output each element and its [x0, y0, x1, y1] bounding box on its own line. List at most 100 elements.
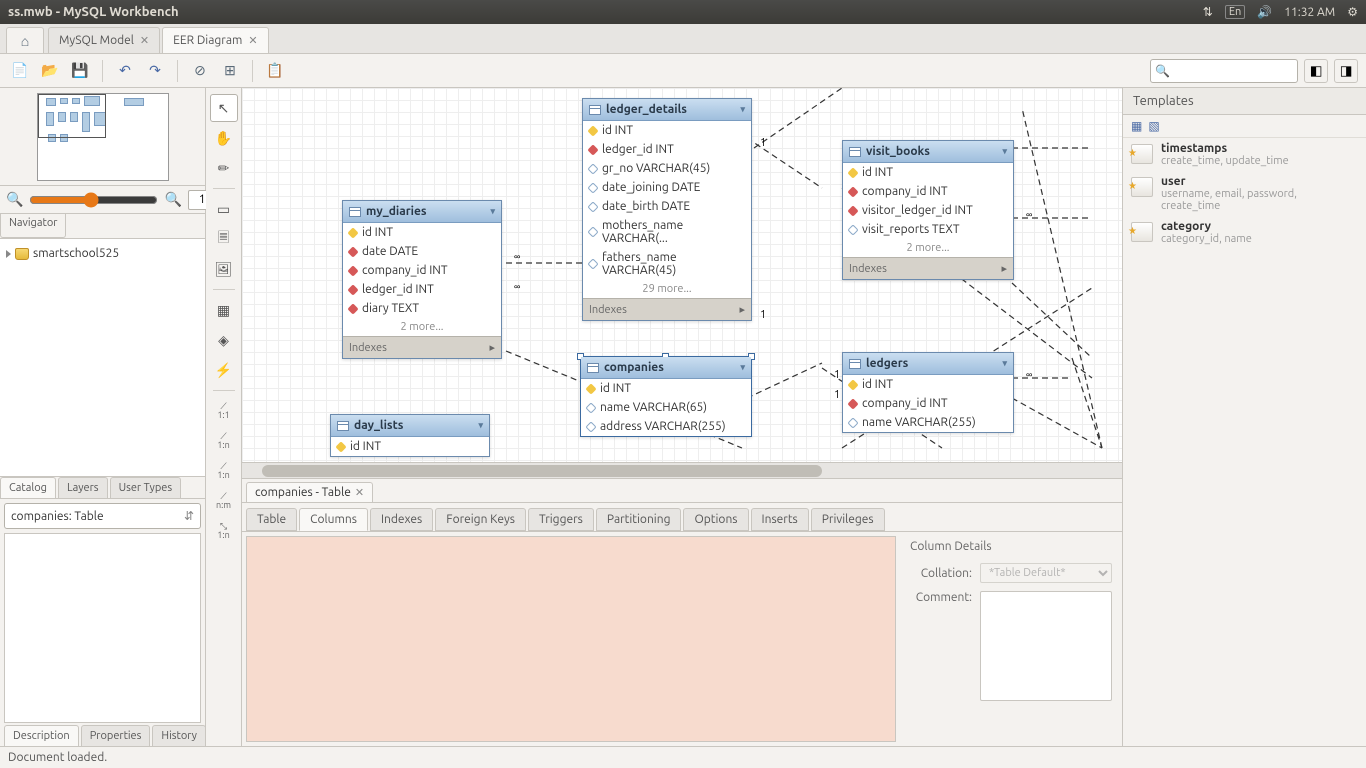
template-user[interactable]: user username, email, password, create_t… — [1123, 171, 1366, 216]
entity-column[interactable]: fathers_name VARCHAR(45) — [583, 248, 751, 280]
entity-more[interactable]: 2 more... — [843, 239, 1013, 257]
save-button[interactable]: 💾 — [68, 59, 92, 83]
subtab-partitioning[interactable]: Partitioning — [596, 508, 682, 531]
table-tool[interactable]: ▦ — [210, 296, 238, 324]
entity-companies[interactable]: companies ▾ id INT name VARCHAR(65) addr… — [580, 356, 752, 437]
entity-header[interactable]: companies ▾ — [581, 357, 751, 379]
close-icon[interactable]: ✕ — [355, 486, 364, 499]
entity-column[interactable]: name VARCHAR(255) — [843, 413, 1013, 432]
open-file-button[interactable]: 📂 — [38, 59, 62, 83]
entity-column[interactable]: company_id INT — [843, 182, 1013, 201]
collapse-icon[interactable]: ▾ — [1002, 146, 1007, 157]
collation-select[interactable]: *Table Default* — [980, 563, 1112, 583]
subtab-options[interactable]: Options — [683, 508, 748, 531]
entity-header[interactable]: ledger_details ▾ — [583, 99, 751, 121]
user-types-tab[interactable]: User Types — [110, 477, 182, 498]
entity-ledger-details[interactable]: ledger_details ▾ id INT ledger_id INT gr… — [582, 98, 752, 321]
navigator-tab[interactable]: Navigator — [0, 214, 66, 238]
entity-column[interactable]: company_id INT — [843, 394, 1013, 413]
comment-textarea[interactable] — [980, 591, 1112, 701]
undo-button[interactable]: ↶ — [113, 59, 137, 83]
export-button[interactable]: 📋 — [263, 59, 287, 83]
entity-column[interactable]: id INT — [843, 375, 1013, 394]
entity-column[interactable]: id INT — [583, 121, 751, 140]
description-area[interactable] — [4, 533, 201, 723]
layers-tab[interactable]: Layers — [58, 477, 108, 498]
zoom-in-icon[interactable]: 🔍 — [164, 191, 181, 208]
entity-ledgers[interactable]: ledgers ▾ id INT company_id INT name VAR… — [842, 352, 1014, 433]
entity-column[interactable]: ledger_id INT — [343, 280, 501, 299]
rel-n-m-tool[interactable]: ⟋n:m — [210, 487, 238, 515]
properties-tab[interactable]: Properties — [81, 725, 151, 746]
subtab-privileges[interactable]: Privileges — [811, 508, 885, 531]
search-box[interactable]: 🔍 — [1150, 59, 1298, 83]
subtab-table[interactable]: Table — [246, 508, 297, 531]
entity-column[interactable]: id INT — [581, 379, 751, 398]
entity-column[interactable]: id INT — [331, 437, 489, 456]
scrollbar-thumb[interactable] — [262, 465, 822, 477]
subtab-indexes[interactable]: Indexes — [370, 508, 433, 531]
entity-column[interactable]: visitor_ledger_id INT — [843, 201, 1013, 220]
entity-indexes-footer[interactable]: Indexes▸ — [583, 298, 751, 320]
entity-indexes-footer[interactable]: Indexes▸ — [843, 257, 1013, 279]
entity-column[interactable]: id INT — [343, 223, 501, 242]
layer-tool[interactable]: ▭ — [210, 195, 238, 223]
entity-column[interactable]: id INT — [843, 163, 1013, 182]
eer-canvas[interactable]: ∞ ∞ 1 1 1 1 1 ∞ 1 ∞ my_diaries ▾ — [242, 88, 1122, 462]
tab-mysql-model[interactable]: MySQL Model ✕ — [48, 27, 160, 53]
entity-column[interactable]: company_id INT — [343, 261, 501, 280]
overview-minimap[interactable] — [37, 93, 169, 181]
zoom-slider[interactable] — [29, 192, 158, 208]
entity-column[interactable]: date_birth DATE — [583, 197, 751, 216]
expand-arrow-icon[interactable] — [6, 250, 11, 258]
grid-toggle-button[interactable]: ⊘ — [188, 59, 212, 83]
entity-header[interactable]: visit_books ▾ — [843, 141, 1013, 163]
diagram-overview[interactable] — [0, 88, 205, 186]
subtab-columns[interactable]: Columns — [299, 508, 368, 531]
schema-tree-item[interactable]: smartschool525 — [6, 245, 199, 262]
toggle-panel-button-1[interactable]: ◧ — [1304, 59, 1328, 83]
rel-1-n-id-tool[interactable]: ⟋1:n — [210, 457, 238, 485]
view-tool[interactable]: ◈ — [210, 326, 238, 354]
template-timestamps[interactable]: timestamps create_time, update_time — [1123, 138, 1366, 171]
rel-1-n-existing-tool[interactable]: ⤡1:n — [210, 517, 238, 545]
template-add-icon[interactable]: ▦ — [1131, 119, 1142, 133]
language-indicator[interactable]: En — [1225, 5, 1245, 19]
entity-more[interactable]: 2 more... — [343, 318, 501, 336]
entity-more[interactable]: 29 more... — [583, 280, 751, 298]
redo-button[interactable]: ↷ — [143, 59, 167, 83]
template-edit-icon[interactable]: ▧ — [1148, 119, 1159, 133]
hand-tool[interactable]: ✋ — [210, 124, 238, 152]
routine-tool[interactable]: ⚡ — [210, 356, 238, 384]
search-input[interactable] — [1170, 64, 1293, 77]
entity-header[interactable]: my_diaries ▾ — [343, 201, 501, 223]
new-file-button[interactable]: 📄 — [8, 59, 32, 83]
template-category[interactable]: category category_id, name — [1123, 216, 1366, 249]
volume-icon[interactable]: 🔊 — [1257, 5, 1272, 19]
entity-column[interactable]: ledger_id INT — [583, 140, 751, 159]
entity-column[interactable]: visit_reports TEXT — [843, 220, 1013, 239]
image-tool[interactable]: 🖼 — [210, 255, 238, 283]
entity-indexes-footer[interactable]: Indexes▸ — [343, 336, 501, 358]
collapse-icon[interactable]: ▾ — [740, 362, 745, 373]
collapse-icon[interactable]: ▾ — [740, 104, 745, 115]
toggle-panel-button-2[interactable]: ◨ — [1334, 59, 1358, 83]
catalog-tab[interactable]: Catalog — [0, 477, 56, 498]
close-icon[interactable]: ✕ — [140, 34, 149, 47]
entity-day-lists[interactable]: day_lists ▾ id INT — [330, 414, 490, 457]
entity-column[interactable]: diary TEXT — [343, 299, 501, 318]
collapse-icon[interactable]: ▾ — [478, 420, 483, 431]
columns-grid[interactable] — [246, 536, 896, 742]
home-button[interactable]: ⌂ — [6, 27, 44, 53]
history-tab[interactable]: History — [152, 725, 206, 746]
description-tab[interactable]: Description — [4, 725, 79, 746]
entity-column[interactable]: name VARCHAR(65) — [581, 398, 751, 417]
tab-eer-diagram[interactable]: EER Diagram ✕ — [162, 27, 268, 53]
pointer-tool[interactable]: ↖ — [210, 94, 238, 122]
subtab-triggers[interactable]: Triggers — [528, 508, 594, 531]
close-icon[interactable]: ✕ — [248, 34, 257, 47]
network-icon[interactable]: ⇅ — [1203, 5, 1213, 19]
rel-1-n-tool[interactable]: ⟋1:n — [210, 427, 238, 455]
editor-tab-companies[interactable]: companies - Table ✕ — [246, 482, 373, 502]
entity-visit-books[interactable]: visit_books ▾ id INT company_id INT visi… — [842, 140, 1014, 280]
